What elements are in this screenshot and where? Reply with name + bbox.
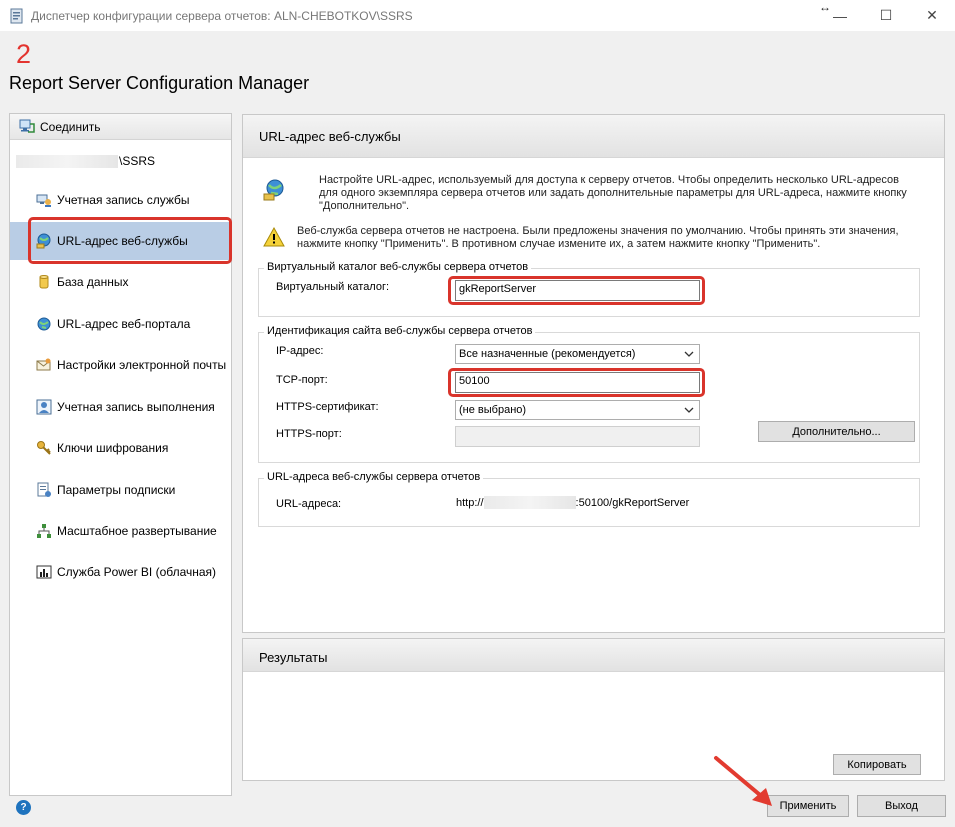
url-host-redacted bbox=[483, 496, 576, 509]
url-prefix: http:// bbox=[456, 496, 484, 509]
maximize-button[interactable]: ☐ bbox=[863, 0, 909, 31]
globe-icon bbox=[36, 316, 52, 332]
https-port-label: HTTPS-порт: bbox=[276, 428, 342, 440]
service-url-link[interactable]: http:// :50100/gkReportServer bbox=[456, 496, 689, 509]
warning-line: Веб-служба сервера отчетов не настроена.… bbox=[297, 225, 899, 237]
https-port-input[interactable] bbox=[455, 426, 700, 447]
copy-button[interactable]: Копировать bbox=[833, 754, 921, 775]
sidebar-item-database[interactable]: База данных bbox=[10, 263, 231, 301]
email-icon bbox=[36, 357, 52, 373]
exit-button[interactable]: Выход bbox=[857, 795, 946, 817]
server-suffix: \SSRS bbox=[119, 154, 156, 168]
intro-text: Настройте URL-адрес, используемый для до… bbox=[319, 174, 939, 213]
sidebar-item-label: Ключи шифрования bbox=[57, 441, 169, 455]
main-panel-header: URL-адрес веб-службы bbox=[243, 115, 944, 158]
server-name-redacted bbox=[16, 154, 118, 168]
site-identity-group-label: Идентификация сайта веб-службы сервера о… bbox=[264, 325, 536, 337]
sidebar-item-service-account[interactable]: Учетная запись службы bbox=[10, 181, 231, 219]
sidebar-item-label: Масштабное развертывание bbox=[57, 524, 217, 538]
sidebar-item-label: Учетная запись службы bbox=[57, 193, 190, 207]
app-name: Report Server Configuration Manager bbox=[9, 73, 310, 93]
sidebar-item-execution-account[interactable]: Учетная запись выполнения bbox=[10, 388, 231, 426]
sidebar-item-label: База данных bbox=[57, 275, 129, 289]
sidebar-item-label: Параметры подписки bbox=[57, 483, 176, 497]
highlight-virtual-directory bbox=[448, 276, 705, 305]
highlight-web-service-url bbox=[28, 217, 232, 264]
results-panel-header: Результаты bbox=[243, 639, 944, 672]
scaleout-icon bbox=[36, 523, 52, 539]
sidebar: Соединить \SSRS Учетная запись службы UR… bbox=[9, 113, 232, 796]
close-button[interactable]: ✕ bbox=[909, 0, 955, 31]
window-title: Диспетчер конфигурации сервера отчетов: … bbox=[31, 9, 413, 23]
warning-text: Веб-служба сервера отчетов не настроена.… bbox=[297, 225, 937, 251]
connect-label: Соединить bbox=[40, 120, 101, 134]
urls-label: URL-адреса: bbox=[276, 498, 342, 510]
advanced-button[interactable]: Дополнительно... bbox=[758, 421, 915, 442]
sidebar-item-email-settings[interactable]: Настройки электронной почты bbox=[10, 346, 231, 384]
chevron-down-icon bbox=[684, 405, 694, 415]
app-icon bbox=[9, 8, 25, 24]
sidebar-item-scale-out-deployment[interactable]: Масштабное развертывание bbox=[10, 512, 231, 550]
connect-icon bbox=[19, 119, 35, 137]
results-panel: Результаты Копировать bbox=[242, 638, 945, 781]
ip-address-label: IP-адрес: bbox=[276, 345, 324, 357]
execution-account-icon bbox=[36, 399, 52, 415]
sidebar-item-power-bi-service[interactable]: Служба Power BI (облачная) bbox=[10, 553, 231, 591]
arrow-annotation-icon bbox=[714, 756, 772, 806]
results-title: Результаты bbox=[259, 650, 328, 665]
ip-address-value: Все назначенные (рекомендуется) bbox=[459, 348, 636, 360]
database-icon bbox=[36, 274, 52, 290]
sidebar-item-web-portal-url[interactable]: URL-адрес веб-портала bbox=[10, 305, 231, 343]
web-service-globe-icon bbox=[262, 178, 286, 205]
sidebar-item-subscription-settings[interactable]: Параметры подписки bbox=[10, 471, 231, 509]
server-instance: \SSRS bbox=[16, 154, 155, 168]
tcp-port-label: TCP-порт: bbox=[276, 374, 328, 386]
title-bar: Диспетчер конфигурации сервера отчетов: … bbox=[0, 0, 955, 31]
virtual-directory-group-label: Виртуальный каталог веб-службы сервера о… bbox=[264, 261, 532, 273]
sidebar-item-label: Служба Power BI (облачная) bbox=[57, 565, 217, 579]
step-number-annotation: 2 bbox=[16, 39, 32, 69]
service-urls-group-label: URL-адреса веб-службы сервера отчетов bbox=[264, 471, 484, 483]
power-bi-icon bbox=[36, 564, 52, 580]
keys-icon bbox=[36, 440, 52, 456]
help-icon[interactable]: ? bbox=[16, 800, 31, 815]
minimize-button[interactable]: — bbox=[817, 0, 863, 31]
ip-address-select[interactable]: Все назначенные (рекомендуется) bbox=[455, 344, 700, 364]
intro-line: Настройте URL-адрес, используемый для до… bbox=[319, 174, 899, 186]
subscription-icon bbox=[36, 482, 52, 498]
https-certificate-value: (не выбрано) bbox=[459, 404, 527, 416]
chevron-down-icon bbox=[684, 349, 694, 359]
intro-line: "Дополнительно". bbox=[319, 200, 410, 212]
sidebar-item-label: Учетная запись выполнения bbox=[57, 400, 215, 414]
warning-line: нажмите кнопку "Применить". В противном … bbox=[297, 238, 821, 250]
virtual-directory-label: Виртуальный каталог: bbox=[276, 281, 390, 293]
sidebar-item-encryption-keys[interactable]: Ключи шифрования bbox=[10, 429, 231, 467]
sidebar-item-label: URL-адрес веб-портала bbox=[57, 317, 191, 331]
https-certificate-select[interactable]: (не выбрано) bbox=[455, 400, 700, 420]
url-suffix: :50100/gkReportServer bbox=[575, 496, 690, 509]
service-account-icon bbox=[36, 192, 52, 208]
connect-button[interactable]: Соединить bbox=[10, 114, 231, 140]
intro-line: для одного экземпляра сервера отчетов ил… bbox=[319, 187, 907, 199]
page-title: URL-адрес веб-службы bbox=[259, 129, 401, 144]
https-certificate-label: HTTPS-сертификат: bbox=[276, 401, 379, 413]
highlight-tcp-port bbox=[448, 368, 705, 397]
warning-icon bbox=[263, 226, 285, 250]
sidebar-item-label: Настройки электронной почты bbox=[57, 358, 227, 372]
